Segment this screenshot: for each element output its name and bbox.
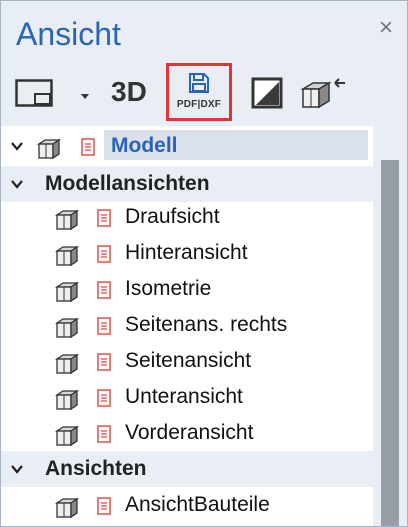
view-cube-icon — [55, 209, 80, 231]
document-icon — [97, 281, 111, 299]
tree-item[interactable]: Vorderansicht — [1, 415, 373, 451]
group-label: Modellansichten — [45, 172, 210, 195]
view-cube-icon — [37, 138, 62, 160]
tree-item[interactable]: Draufsicht — [1, 199, 373, 235]
panel-header: Ansicht × — [1, 1, 407, 59]
document-icon — [97, 353, 111, 371]
document-icon — [97, 497, 111, 515]
scrollbar-thumb[interactable] — [381, 160, 399, 526]
tree-item-label: AnsichtBauteile — [125, 493, 270, 516]
view-cube-icon — [55, 317, 80, 339]
save-disk-icon — [189, 73, 209, 93]
tree-item[interactable]: Unteransicht — [1, 379, 373, 415]
tree-root-row[interactable]: Modell — [1, 128, 373, 164]
export-view-icon — [300, 78, 345, 109]
chevron-down-icon[interactable] — [11, 463, 23, 475]
tree-item[interactable]: Hinteransicht — [1, 235, 373, 271]
document-icon — [97, 317, 111, 335]
tree-item[interactable]: AnsichtBauteile — [1, 487, 373, 523]
tree-scrollbar[interactable] — [373, 126, 407, 526]
document-icon — [81, 138, 95, 156]
view-cube-icon — [55, 281, 80, 303]
close-icon[interactable]: × — [375, 16, 397, 40]
view-cube-icon — [55, 245, 80, 267]
view-cube-icon — [55, 425, 80, 447]
view-frame-button[interactable] — [15, 79, 53, 107]
panel-title: Ansicht — [16, 16, 121, 52]
view-cube-icon — [55, 389, 80, 411]
view-dropdown-button[interactable] — [79, 89, 91, 99]
tree-item[interactable]: Isometrie — [1, 271, 373, 307]
tree-root-label: Modell — [111, 134, 178, 157]
chevron-down-icon[interactable] — [11, 178, 23, 190]
tree-item-label: Seitenans. rechts — [125, 313, 288, 336]
tree-item-label: Hinteransicht — [125, 241, 248, 264]
export-view-button[interactable] — [299, 75, 349, 111]
tree-group-modellansichten[interactable]: Modellansichten — [1, 166, 373, 202]
view-cube-icon — [55, 497, 80, 519]
view-cube-icon — [55, 353, 80, 375]
document-icon — [97, 425, 111, 443]
tree-item[interactable]: Seitenans. rechts — [1, 307, 373, 343]
view-tree: Modell Modellansichten Draufsicht Hinter… — [1, 126, 373, 526]
view-frame-icon — [15, 79, 53, 107]
tree-item-label: Draufsicht — [125, 205, 220, 228]
section-view-button[interactable] — [251, 77, 283, 109]
tree-item-label: Seitenansicht — [125, 349, 252, 372]
tree-item-label: Vorderansicht — [125, 421, 254, 444]
document-icon — [97, 245, 111, 263]
document-icon — [97, 389, 111, 407]
chevron-down-icon[interactable] — [11, 140, 23, 152]
tree-item[interactable]: Seitenansicht — [1, 343, 373, 379]
toolbar: 3D PDF|DXF — [1, 59, 407, 126]
tree-group-ansichten[interactable]: Ansichten — [1, 451, 373, 487]
group-label: Ansichten — [45, 457, 147, 480]
export-pdf-dxf-label: PDF|DXF — [176, 99, 222, 110]
section-view-icon — [251, 77, 283, 109]
chevron-down-icon — [81, 94, 89, 99]
document-icon — [97, 209, 111, 227]
3d-button[interactable]: 3D — [111, 75, 147, 109]
ansicht-panel: Ansicht × 3D PDF|DXF Modell Modellansich… — [0, 0, 408, 527]
tree-item-label: Isometrie — [125, 277, 212, 300]
export-pdf-dxf-button[interactable]: PDF|DXF — [166, 63, 232, 121]
tree-item-label: Unteransicht — [125, 385, 243, 408]
